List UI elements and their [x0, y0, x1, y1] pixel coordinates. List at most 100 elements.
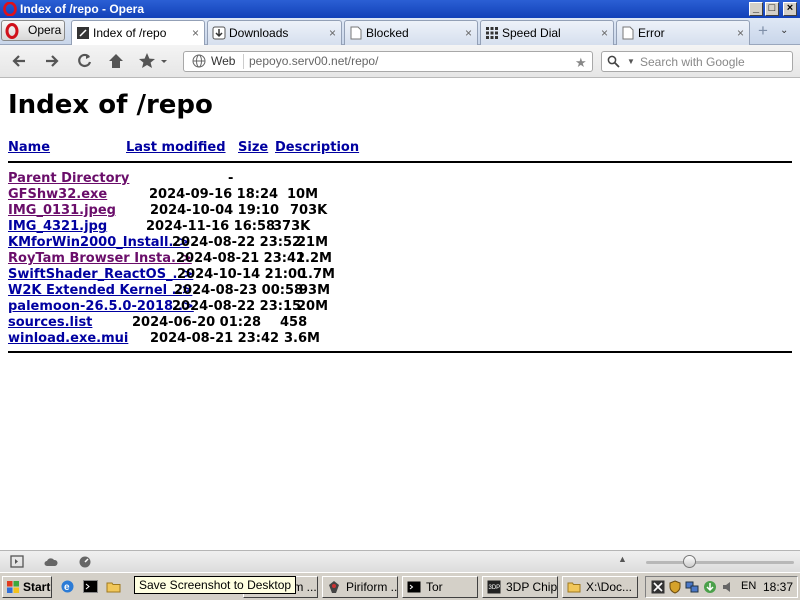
- task-label: X:\Doc...: [586, 580, 633, 594]
- tab-label: Error: [638, 26, 665, 40]
- minimize-button[interactable]: _: [749, 2, 763, 16]
- file-link[interactable]: IMG_4321.jpg: [8, 219, 107, 234]
- page-icon: [622, 26, 634, 40]
- page-icon: [350, 26, 362, 40]
- file-link[interactable]: SwiftShader_ReactOS_..>: [8, 267, 193, 282]
- page-icon: [77, 27, 89, 39]
- piriform-icon: [329, 581, 339, 593]
- search-icon: [607, 55, 620, 68]
- file-link[interactable]: sources.list: [8, 315, 92, 330]
- security-shield-icon[interactable]: [668, 580, 682, 594]
- reload-icon[interactable]: [74, 51, 96, 71]
- file-size: 21M: [297, 235, 329, 250]
- search-engine-dropdown-icon[interactable]: ▼: [627, 52, 635, 71]
- zoom-menu-icon[interactable]: ▲: [618, 554, 627, 564]
- zoom-slider[interactable]: [646, 561, 794, 564]
- zoom-slider-handle[interactable]: [682, 555, 696, 568]
- file-row: SwiftShader_ReactOS_..> 2024-10-14 21:00 1…: [8, 267, 335, 283]
- page-content: Index of /repo Name Last modified Size D…: [0, 79, 800, 550]
- internet-explorer-icon[interactable]: e: [60, 579, 75, 594]
- speed-dial-icon: [486, 27, 498, 39]
- update-icon[interactable]: [703, 580, 717, 594]
- file-link[interactable]: GFShw32.exe: [8, 187, 107, 202]
- file-link[interactable]: winload.exe.mui: [8, 331, 128, 346]
- search-bar[interactable]: ▼: [601, 51, 793, 72]
- language-indicator[interactable]: EN: [741, 580, 756, 592]
- close-tab-icon[interactable]: ×: [601, 22, 608, 45]
- file-row: winload.exe.mui 2024-08-21 23:42 3.6M: [8, 331, 320, 347]
- folder-icon[interactable]: [106, 579, 121, 594]
- downloads-icon: [212, 26, 226, 40]
- tab-speed-dial[interactable]: Speed Dial ×: [480, 20, 614, 45]
- tab-label: Index of /repo: [93, 26, 167, 40]
- file-link[interactable]: IMG_0131.jpeg: [8, 203, 116, 218]
- bookmark-star-icon[interactable]: ★: [575, 53, 587, 72]
- new-tab-button[interactable]: +: [752, 22, 774, 41]
- close-all-icon[interactable]: [651, 580, 665, 594]
- opera-menu-button[interactable]: Opera: [1, 20, 65, 41]
- file-date: 2024-08-22 23:52: [172, 235, 302, 250]
- file-date: 2024-11-16 16:58: [146, 219, 276, 234]
- close-tab-icon[interactable]: ×: [329, 22, 336, 45]
- window-title-bar[interactable]: Index of /repo - Opera _ □ ×: [0, 0, 800, 18]
- file-link[interactable]: KMforWin2000_Install..>: [8, 235, 189, 250]
- 3dp-chip-icon: 3DP: [487, 580, 501, 594]
- bookmarks-star-icon[interactable]: [136, 51, 158, 71]
- panel-toggle-icon[interactable]: [10, 555, 24, 568]
- tab-label: Downloads: [229, 26, 289, 40]
- file-size: 3.6M: [284, 331, 320, 346]
- close-tab-icon[interactable]: ×: [737, 22, 744, 45]
- cloud-sync-icon[interactable]: [44, 555, 58, 568]
- task-label: 3DP Chip: [506, 580, 558, 594]
- tab-error[interactable]: Error ×: [616, 20, 750, 45]
- maximize-button[interactable]: □: [765, 2, 779, 16]
- task-folder-documents[interactable]: X:\Doc...: [562, 576, 638, 598]
- file-link[interactable]: RoyTam Browser Insta..>: [8, 251, 192, 266]
- column-header-last-modified[interactable]: Last modified: [126, 140, 226, 155]
- network-icon[interactable]: [685, 580, 699, 594]
- tab-downloads[interactable]: Downloads ×: [207, 20, 342, 45]
- close-button[interactable]: ×: [783, 2, 797, 16]
- tab-blocked[interactable]: Blocked ×: [344, 20, 478, 45]
- svg-text:3DP: 3DP: [489, 585, 501, 591]
- task-3dp-chip[interactable]: 3DP 3DP Chip: [482, 576, 558, 598]
- parent-directory-row: Parent Directory -: [8, 171, 233, 187]
- file-link[interactable]: W2K Extended Kernel ..>: [8, 283, 192, 298]
- parent-directory-link[interactable]: Parent Directory: [8, 171, 129, 186]
- file-date: 2024-08-21 23:41: [176, 251, 306, 266]
- start-button[interactable]: Start: [2, 576, 52, 598]
- column-header-size[interactable]: Size: [238, 140, 268, 155]
- opera-menu-label: Opera: [28, 23, 62, 37]
- tab-menu-chevron-icon[interactable]: ⌄: [780, 25, 788, 36]
- file-size: 20M: [297, 299, 329, 314]
- home-icon[interactable]: [105, 51, 127, 71]
- url-text[interactable]: pepoyo.serv00.net/repo/: [249, 52, 378, 71]
- tab-label: Speed Dial: [502, 26, 561, 40]
- tab-label: Blocked: [366, 26, 409, 40]
- taskbar-clock[interactable]: 18:37: [763, 580, 793, 594]
- file-date: 2024-08-23 00:58: [174, 283, 304, 298]
- folder-icon: [567, 582, 581, 593]
- file-size: 1.7M: [299, 267, 335, 282]
- file-link[interactable]: palemoon-26.5.0-2018..>: [8, 299, 194, 314]
- chevron-down-icon[interactable]: [158, 51, 170, 71]
- close-tab-icon[interactable]: ×: [192, 22, 199, 45]
- speedometer-turbo-icon[interactable]: [78, 555, 92, 568]
- opera-logo-icon: [5, 23, 19, 39]
- command-prompt-icon[interactable]: [83, 579, 98, 594]
- search-input[interactable]: [640, 53, 788, 70]
- close-tab-icon[interactable]: ×: [465, 22, 472, 45]
- column-header-name[interactable]: Name: [8, 140, 50, 155]
- file-date: 2024-06-20 01:28: [132, 315, 262, 330]
- system-tray: EN 18:37: [645, 576, 798, 598]
- column-header-description[interactable]: Description: [275, 140, 359, 155]
- task-piriform-2[interactable]: Piriform ...: [322, 576, 398, 598]
- back-arrow-icon[interactable]: [9, 51, 31, 71]
- file-row: RoyTam Browser Insta..> 2024-08-21 23:41 2…: [8, 251, 332, 267]
- volume-icon[interactable]: [721, 580, 735, 594]
- address-bar[interactable]: Web pepoyo.serv00.net/repo/ ★: [183, 51, 593, 72]
- forward-arrow-icon[interactable]: [40, 51, 62, 71]
- task-tor[interactable]: Tor: [402, 576, 478, 598]
- tab-index-of-repo[interactable]: Index of /repo ×: [71, 20, 205, 46]
- file-date: 2024-08-21 23:42: [150, 331, 280, 346]
